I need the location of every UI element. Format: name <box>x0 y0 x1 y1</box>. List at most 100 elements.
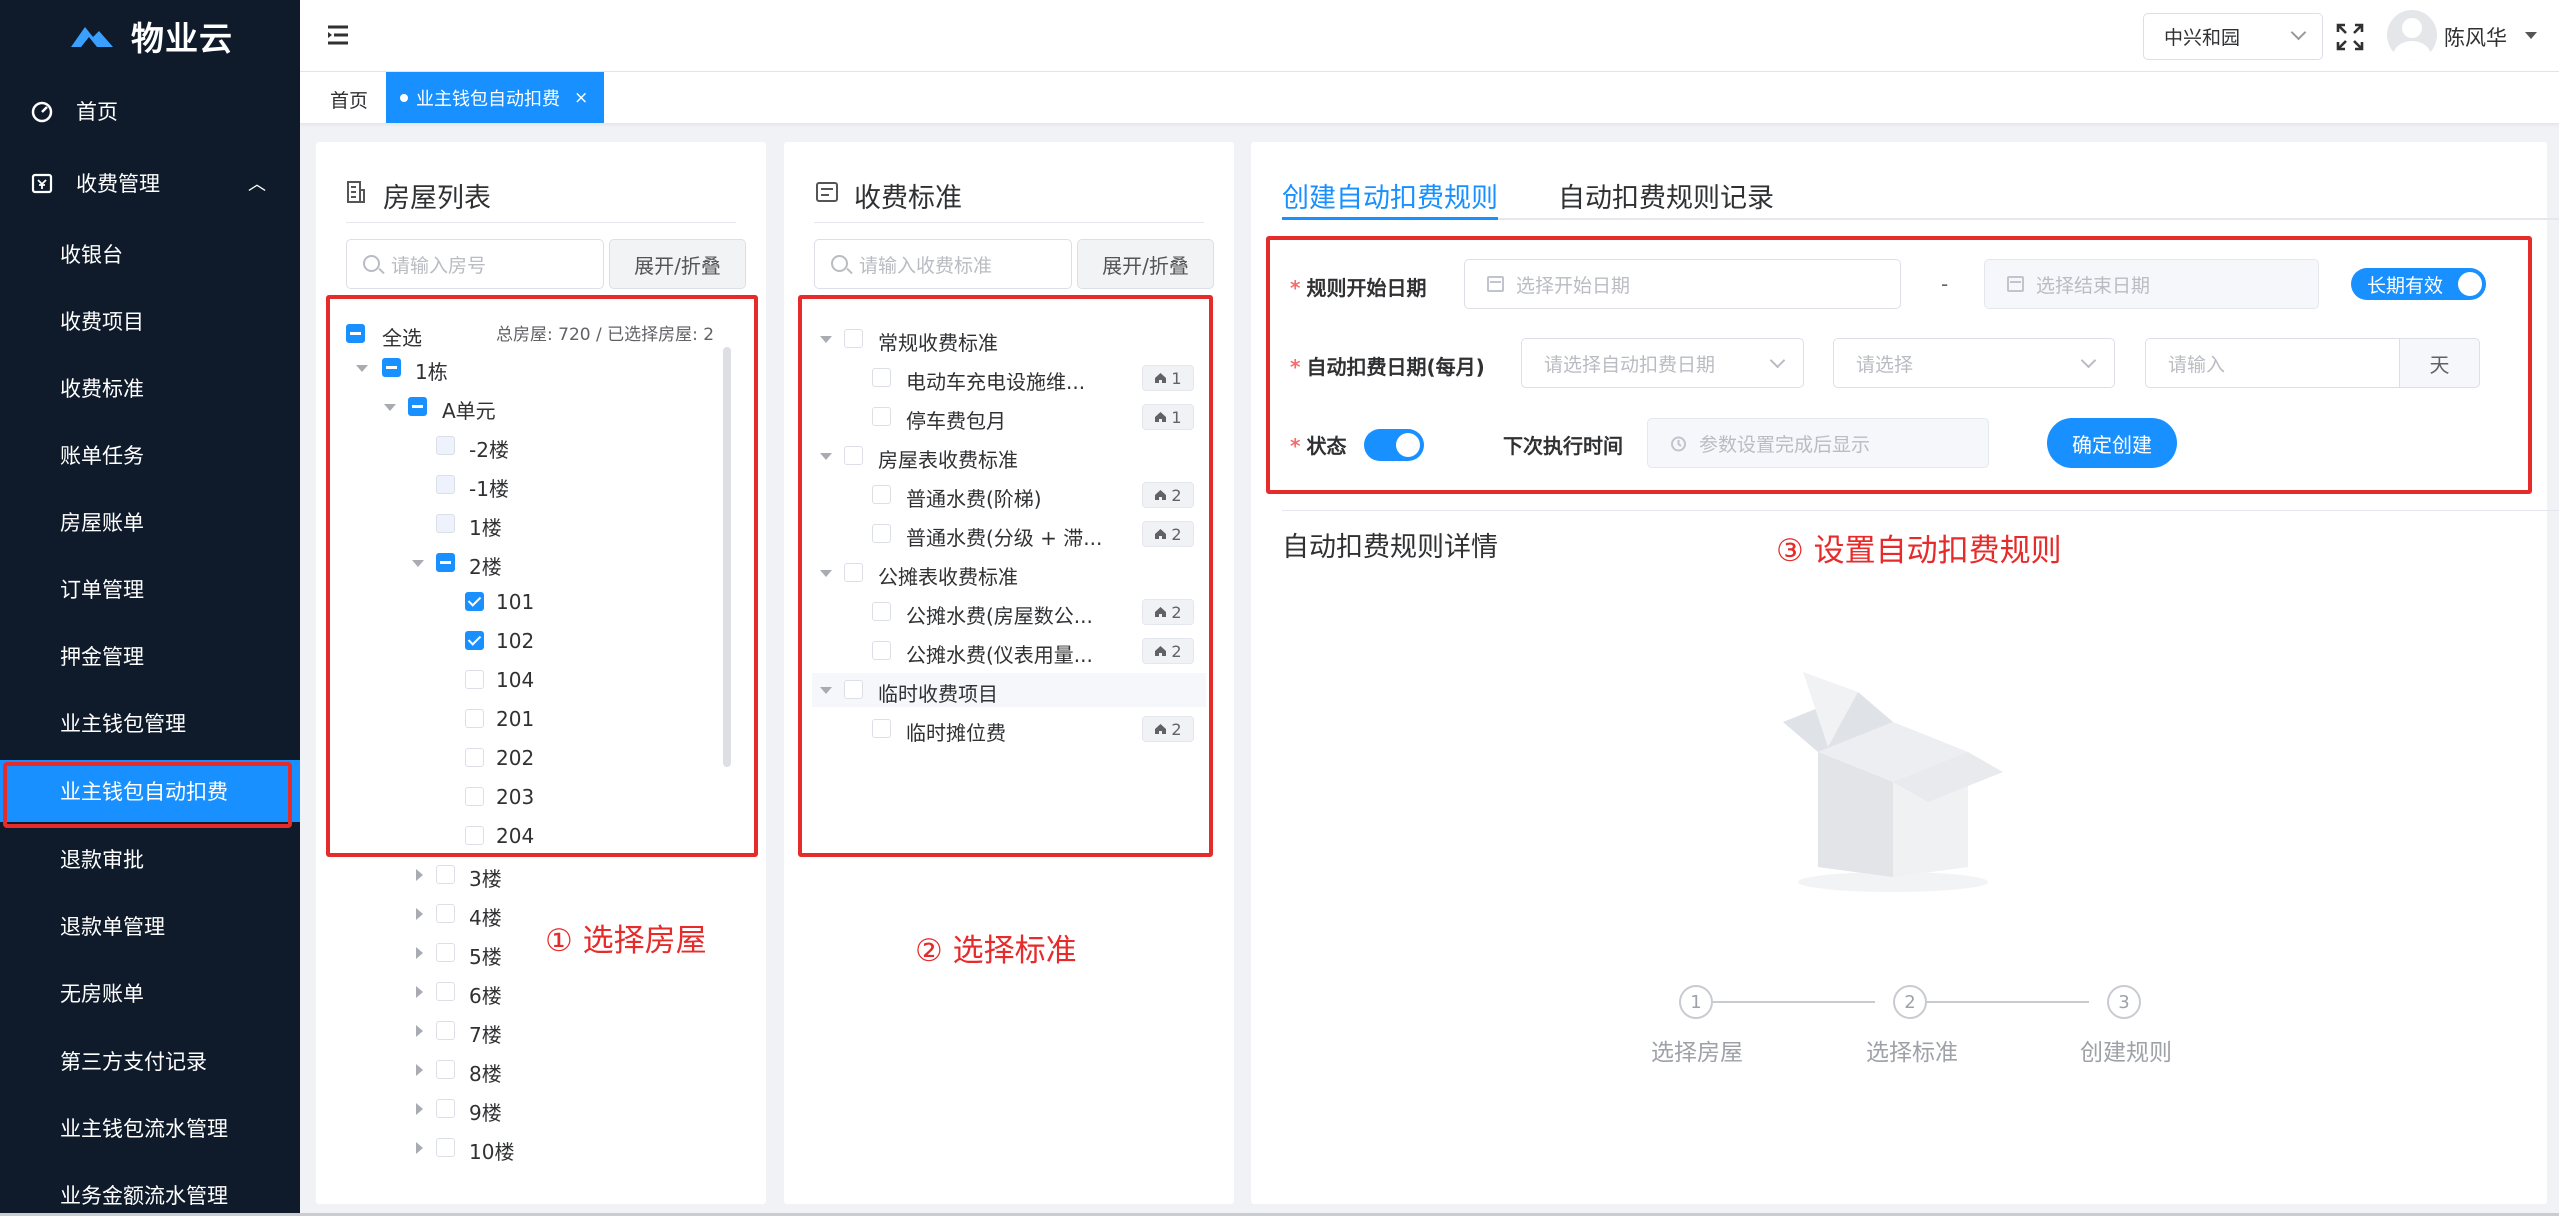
tree-checkbox[interactable] <box>436 475 455 494</box>
tag-home[interactable]: 首页 <box>330 86 368 113</box>
standard-group[interactable]: 房屋表收费标准 <box>812 439 1206 473</box>
tree-checkbox[interactable] <box>436 865 455 884</box>
tree-checkbox[interactable] <box>408 397 427 416</box>
sidebar-item-8[interactable]: 业主钱包管理 <box>0 692 300 754</box>
tree-checkbox[interactable] <box>844 446 863 465</box>
tree-checkbox[interactable] <box>436 514 455 533</box>
tree-node-floor[interactable]: 10楼 <box>316 1131 736 1165</box>
tab-create-rule[interactable]: 创建自动扣费规则 <box>1282 176 1498 215</box>
tree-node-room[interactable]: 102 <box>316 624 736 658</box>
sidebar-item-10[interactable]: 退款审批 <box>0 828 300 890</box>
app-logo[interactable]: 物业云 <box>0 0 300 72</box>
menu-charge-management[interactable]: 收费管理 ︿ <box>0 155 300 211</box>
confirm-create-button[interactable]: 确定创建 <box>2047 418 2177 468</box>
tree-node-unit[interactable]: A单元 <box>316 390 736 424</box>
tree-checkbox[interactable] <box>436 1138 455 1157</box>
type-select[interactable]: 请选择 <box>1833 338 2115 388</box>
caret-right-icon[interactable] <box>416 908 423 920</box>
standard-item[interactable]: 普通水费(阶梯) 2 <box>812 478 1206 512</box>
tree-checkbox[interactable] <box>872 485 891 504</box>
tree-node-floor[interactable]: 9楼 <box>316 1092 736 1126</box>
tree-checkbox[interactable] <box>872 368 891 387</box>
sidebar-item-13[interactable]: 第三方支付记录 <box>0 1030 300 1092</box>
tree-node-room[interactable]: 204 <box>316 819 736 853</box>
tree-node-floor[interactable]: 6楼 <box>316 975 736 1009</box>
long-term-switch[interactable]: 长期有效 <box>2351 268 2486 300</box>
tree-checkbox[interactable] <box>844 680 863 699</box>
sidebar-item-2[interactable]: 收费项目 <box>0 290 300 352</box>
tree-checkbox[interactable] <box>465 592 484 611</box>
avatar[interactable] <box>2387 10 2437 60</box>
community-select[interactable]: 中兴和园 <box>2143 13 2323 60</box>
tree-checkbox[interactable] <box>872 524 891 543</box>
tree-checkbox[interactable] <box>872 641 891 660</box>
standard-item[interactable]: 普通水费(分级 + 滞... 2 <box>812 517 1206 551</box>
deduct-day-select[interactable]: 请选择自动扣费日期 <box>1521 338 1804 388</box>
caret-right-icon[interactable] <box>416 1142 423 1154</box>
caret-down-icon[interactable] <box>356 365 368 372</box>
tree-node-floor[interactable]: 8楼 <box>316 1053 736 1087</box>
tree-checkbox[interactable] <box>436 982 455 1001</box>
standard-toggle-button[interactable]: 展开/折叠 <box>1077 239 1214 289</box>
caret-down-icon[interactable] <box>820 336 832 343</box>
caret-right-icon[interactable] <box>416 947 423 959</box>
tag-active[interactable]: 业主钱包自动扣费 × <box>386 72 604 123</box>
caret-down-icon[interactable] <box>412 560 424 567</box>
sidebar-item-6[interactable]: 订单管理 <box>0 558 300 620</box>
tree-checkbox[interactable] <box>436 1060 455 1079</box>
house-toggle-button[interactable]: 展开/折叠 <box>609 239 746 289</box>
tree-node-room[interactable]: 104 <box>316 663 736 697</box>
tree-node-floor[interactable]: 7楼 <box>316 1014 736 1048</box>
caret-down-icon[interactable] <box>820 687 832 694</box>
standard-item[interactable]: 公摊水费(仪表用量... 2 <box>812 634 1206 668</box>
standard-item[interactable]: 公摊水费(房屋数公... 2 <box>812 595 1206 629</box>
standard-group[interactable]: 常规收费标准 <box>812 322 1206 356</box>
tree-checkbox[interactable] <box>465 826 484 845</box>
house-tree-scrollbar[interactable] <box>723 347 731 767</box>
caret-right-icon[interactable] <box>416 986 423 998</box>
tree-checkbox[interactable] <box>465 748 484 767</box>
end-date-input[interactable]: 选择结束日期 <box>1984 259 2319 309</box>
tree-node-floor[interactable]: -1楼 <box>316 468 736 502</box>
tree-checkbox[interactable] <box>436 943 455 962</box>
sidebar-item-11[interactable]: 退款单管理 <box>0 895 300 957</box>
sidebar-item-7[interactable]: 押金管理 <box>0 625 300 687</box>
standard-item[interactable]: 临时摊位费 2 <box>812 712 1206 746</box>
caret-right-icon[interactable] <box>416 1064 423 1076</box>
start-date-input[interactable]: 选择开始日期 <box>1464 259 1901 309</box>
caret-down-icon[interactable] <box>384 404 396 411</box>
sidebar-item-14[interactable]: 业主钱包流水管理 <box>0 1097 300 1159</box>
tree-checkbox[interactable] <box>436 1021 455 1040</box>
standard-item[interactable]: 停车费包月 1 <box>812 400 1206 434</box>
sidebar-item-4[interactable]: 账单任务 <box>0 424 300 486</box>
tree-node-floor[interactable]: 1楼 <box>316 507 736 541</box>
tree-node-floor[interactable]: -2楼 <box>316 429 736 463</box>
caret-right-icon[interactable] <box>416 1103 423 1115</box>
caret-down-icon[interactable] <box>820 453 832 460</box>
menu-fold-icon[interactable] <box>326 24 350 46</box>
caret-down-icon[interactable] <box>2525 32 2537 39</box>
tree-node-floor[interactable]: 3楼 <box>316 858 736 892</box>
tree-checkbox[interactable] <box>844 563 863 582</box>
tree-checkbox[interactable] <box>872 407 891 426</box>
tree-checkbox[interactable] <box>382 358 401 377</box>
tree-node-building[interactable]: 1栋 <box>316 351 736 385</box>
sidebar-item-5[interactable]: 房屋账单 <box>0 491 300 553</box>
tree-node-floor-open[interactable]: 2楼 <box>316 546 736 580</box>
days-input[interactable]: 请输入 <box>2145 338 2400 388</box>
tree-node-room[interactable]: 101 <box>316 585 736 619</box>
caret-right-icon[interactable] <box>416 1025 423 1037</box>
sidebar-item-9[interactable]: 业主钱包自动扣费 <box>0 760 300 828</box>
tree-checkbox[interactable] <box>465 787 484 806</box>
tree-checkbox[interactable] <box>465 709 484 728</box>
tree-checkbox[interactable] <box>436 1099 455 1118</box>
tree-node-room[interactable]: 203 <box>316 780 736 814</box>
standard-item[interactable]: 电动车充电设施维... 1 <box>812 361 1206 395</box>
tree-checkbox[interactable] <box>346 324 365 343</box>
tree-node-room[interactable]: 201 <box>316 702 736 736</box>
close-icon[interactable]: × <box>574 88 588 108</box>
menu-home[interactable]: 首页 <box>0 83 300 139</box>
sidebar-item-12[interactable]: 无房账单 <box>0 962 300 1024</box>
tree-checkbox[interactable] <box>872 719 891 738</box>
sidebar-item-1[interactable]: 收银台 <box>0 223 300 285</box>
